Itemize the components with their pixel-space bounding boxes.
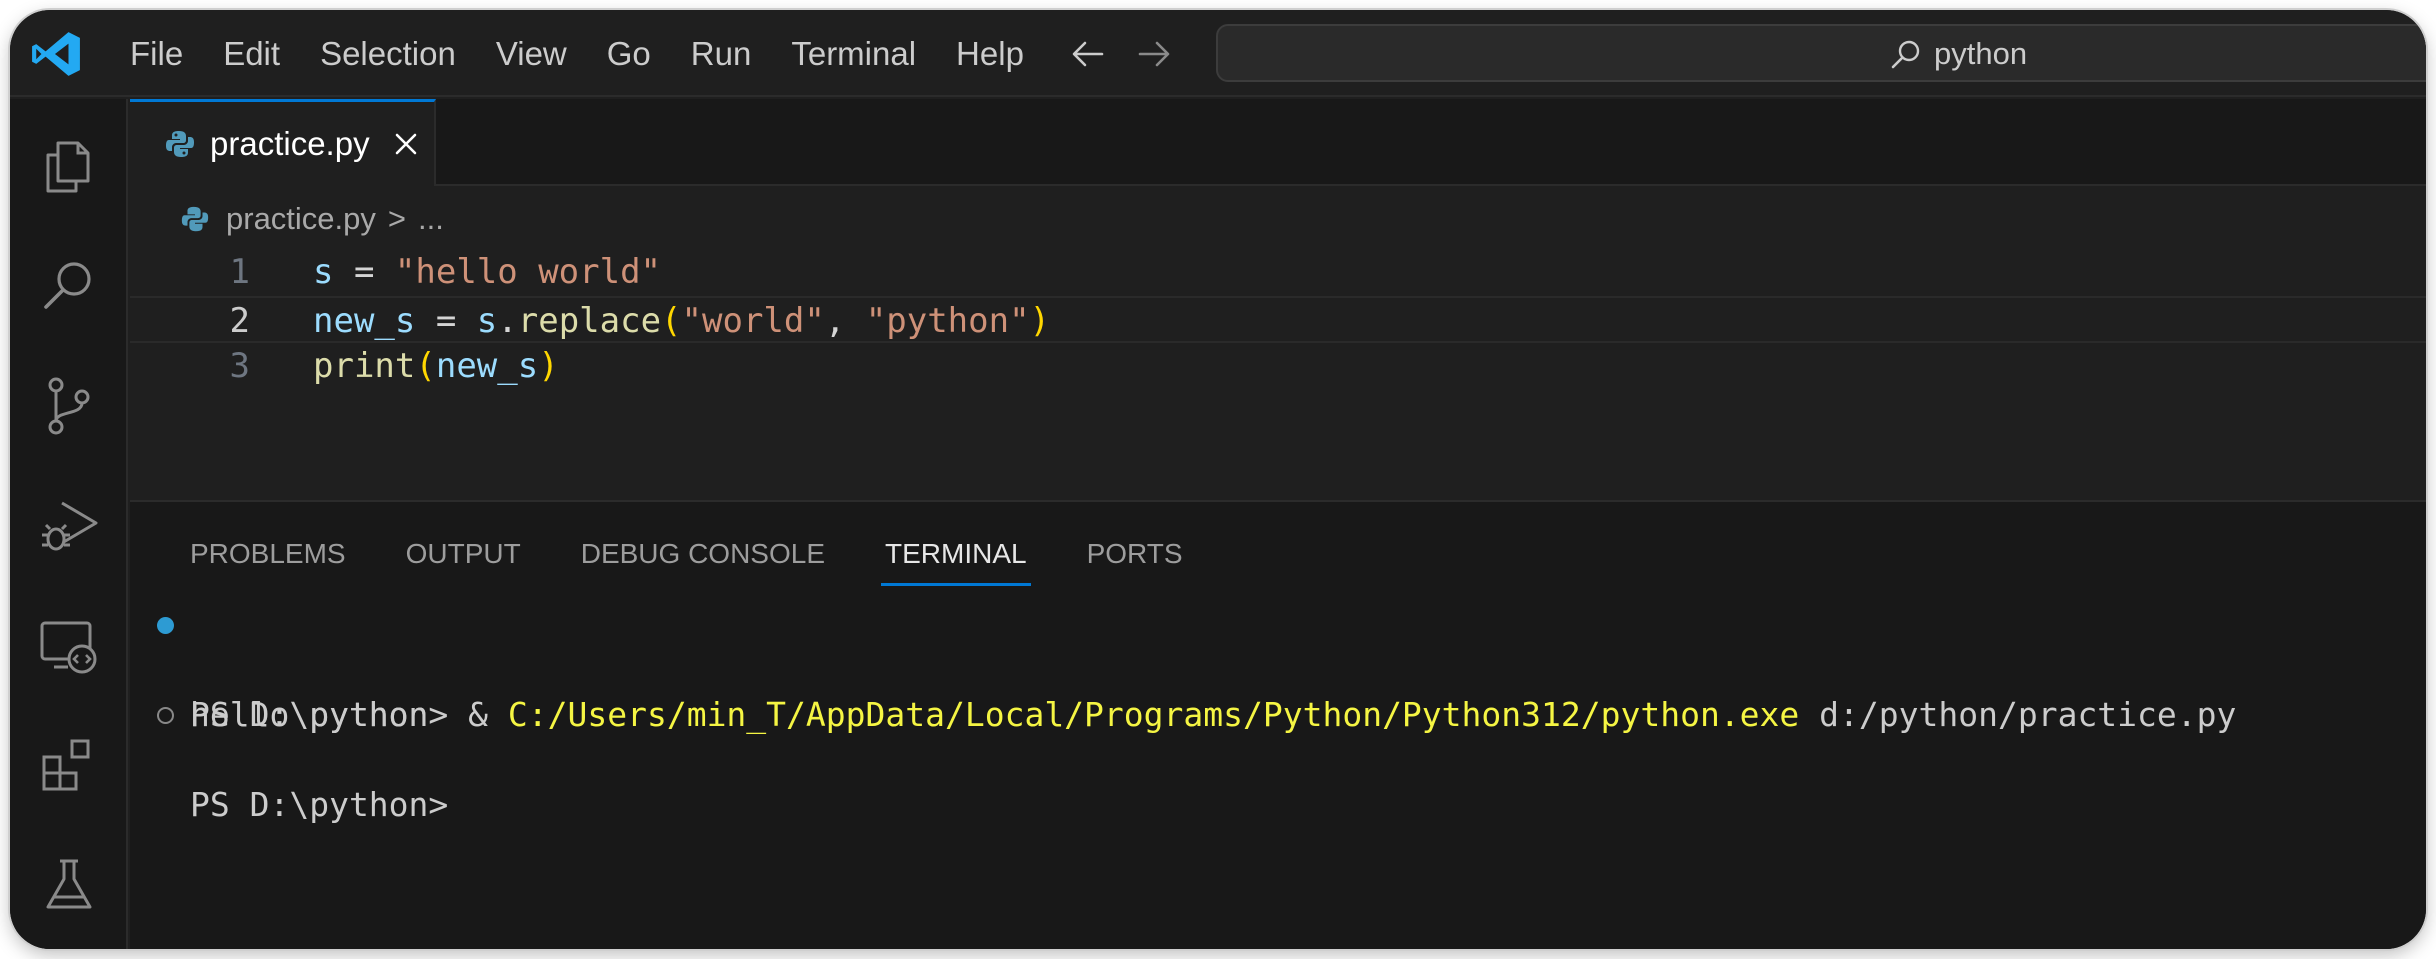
menu-selection[interactable]: Selection (300, 10, 476, 97)
code-token: "hello world" (394, 252, 662, 292)
terminal-prompt: PS D:\python> (190, 785, 449, 824)
python-file-icon (166, 131, 194, 157)
search-icon (1891, 40, 1920, 69)
terminal-line: PS D:\python> (130, 692, 2426, 824)
code-editor[interactable]: 1s = "hello world" 2 new_s = s.replace("wo… (130, 249, 2426, 390)
tab-ports[interactable]: PORTS (1087, 532, 1183, 586)
code-text: print(new_s) (313, 343, 559, 390)
code-token: "world" (681, 301, 825, 341)
tab-problems[interactable]: PROBLEMS (190, 532, 346, 586)
menu-bar: File Edit Selection View Go Run Terminal… (110, 10, 1044, 97)
code-token: ) (1029, 301, 1051, 341)
code-text: new_s = s.replace("world", "python") (313, 298, 1050, 345)
tab-terminal[interactable]: TERMINAL (881, 532, 1031, 586)
code-line[interactable]: 1 s = "hello world" (130, 249, 2426, 296)
source-control-icon[interactable] (38, 375, 100, 437)
code-token: replace (517, 301, 662, 341)
line-number: 2 (229, 301, 250, 341)
run-debug-icon[interactable] (38, 495, 100, 557)
line-number: 3 (229, 346, 250, 386)
tab-output[interactable]: OUTPUT (406, 532, 521, 586)
activity-bar (10, 99, 128, 949)
search-icon[interactable] (38, 255, 100, 317)
code-token: s (476, 301, 498, 341)
command-pending-decoration[interactable] (157, 707, 174, 724)
code-token: new_s (435, 346, 539, 386)
explorer-icon[interactable] (38, 135, 100, 197)
editor-area: practice.py practice.py > ... 1 s = "hell… (130, 99, 2426, 499)
code-token: ( (661, 301, 682, 341)
menu-run[interactable]: Run (671, 10, 772, 97)
command-success-decoration[interactable] (157, 617, 174, 634)
forward-arrow-icon[interactable] (1134, 34, 1174, 74)
code-line[interactable]: 2 new_s = s.replace("world", "python") (130, 296, 2426, 343)
terminal-line: PS D:\python> & C:/Users/min_T/AppData/L… (130, 602, 2426, 734)
code-token: . (497, 301, 518, 341)
code-token: print (313, 346, 416, 386)
code-text: s = "hello world" (313, 249, 661, 296)
testing-icon[interactable] (38, 855, 100, 917)
code-token: = (333, 252, 395, 292)
search-query: python (1934, 36, 2028, 71)
code-token: new_s (313, 301, 416, 341)
menu-go[interactable]: Go (587, 10, 671, 97)
vscode-window: File Edit Selection View Go Run Terminal… (10, 10, 2426, 949)
breadcrumb-more[interactable]: ... (418, 201, 444, 237)
tab-debug-console[interactable]: DEBUG CONSOLE (581, 532, 825, 586)
menu-file[interactable]: File (110, 10, 203, 97)
breadcrumb-file[interactable]: practice.py (226, 201, 376, 237)
python-file-icon (181, 206, 209, 232)
terminal-line: hello python (130, 647, 2426, 734)
editor-tab-practice-py[interactable]: practice.py (130, 99, 436, 186)
editor-tab-bar: practice.py (130, 99, 2426, 186)
extensions-icon[interactable] (38, 735, 100, 797)
menu-terminal[interactable]: Terminal (771, 10, 936, 97)
code-token: s (313, 252, 334, 292)
code-token: , (824, 301, 866, 341)
menu-help[interactable]: Help (936, 10, 1044, 97)
tab-label: practice.py (210, 125, 370, 162)
terminal-output[interactable]: PS D:\python> & C:/Users/min_T/AppData/L… (130, 602, 2426, 824)
breadcrumb: practice.py > ... (180, 197, 444, 241)
code-token: = (415, 301, 477, 341)
breadcrumb-separator: > (387, 201, 407, 236)
menu-edit[interactable]: Edit (203, 10, 300, 97)
code-line[interactable]: 3 print(new_s) (130, 343, 2426, 390)
command-center-search[interactable]: python (1216, 24, 2426, 82)
code-token: ( (415, 346, 436, 386)
back-arrow-icon[interactable] (1068, 34, 1108, 74)
panel-tab-bar: PROBLEMS OUTPUT DEBUG CONSOLE TERMINAL P… (190, 532, 1243, 586)
remote-explorer-icon[interactable] (38, 615, 100, 677)
line-number: 1 (229, 252, 250, 292)
vscode-logo-icon (32, 32, 80, 76)
bottom-panel: PROBLEMS OUTPUT DEBUG CONSOLE TERMINAL P… (130, 500, 2426, 949)
code-token: ) (538, 346, 559, 386)
menu-view[interactable]: View (476, 10, 587, 97)
title-bar: File Edit Selection View Go Run Terminal… (10, 10, 2426, 97)
close-icon[interactable] (392, 130, 420, 158)
code-token: "python" (865, 301, 1030, 341)
